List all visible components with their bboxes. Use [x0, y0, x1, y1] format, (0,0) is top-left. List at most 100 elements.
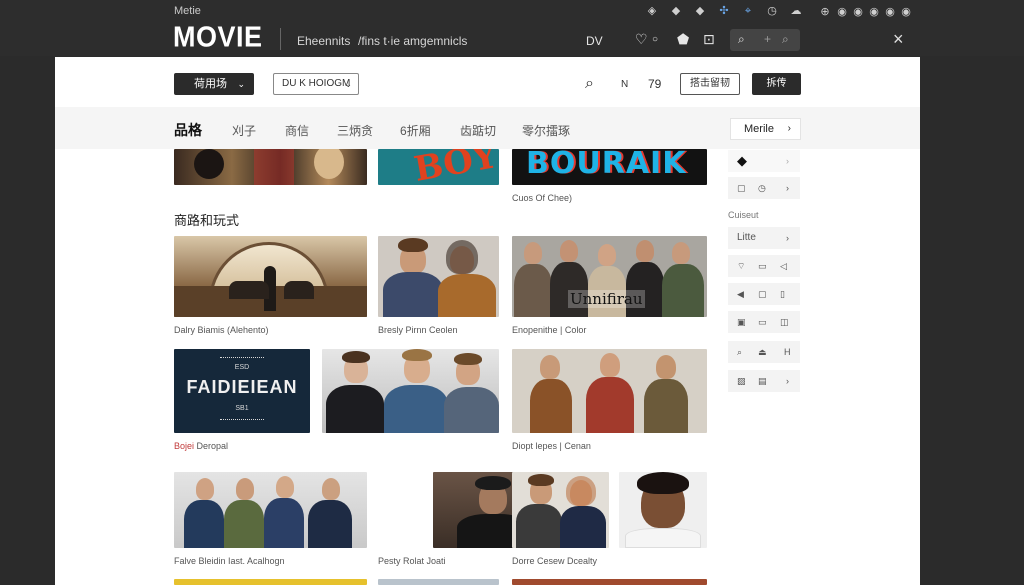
sidebar-row-back[interactable]: ◆ › [728, 150, 800, 172]
dot-icon[interactable]: ◉ [898, 5, 914, 19]
sidebar-row-lite[interactable]: Litte › [728, 227, 800, 249]
dot-icon[interactable]: ◉ [866, 5, 882, 19]
movie-thumbnail[interactable] [174, 236, 367, 317]
tab-item[interactable]: 零尔擂琢 [522, 122, 570, 139]
square-icon: ▭ [758, 317, 767, 327]
filter-dropdown[interactable]: DU K HOIOGM ⌄ [273, 73, 359, 95]
window-icon: ◫ [780, 317, 789, 327]
movie-caption[interactable]: Dorre Cesew Dcealty [512, 556, 597, 566]
tab-item[interactable]: 齿踮切 [460, 122, 496, 139]
search-icon: ⌕ [738, 32, 745, 46]
target-icon[interactable]: ✣ [712, 4, 736, 18]
sidebar-row[interactable]: ▨ ▤ › [728, 370, 800, 392]
chevron-right-icon: › [786, 376, 789, 386]
poster-bottom-text: SB1 [235, 405, 249, 412]
tab-item[interactable]: 刈子 [232, 122, 256, 139]
movie-caption[interactable]: Bresly Pirnn Ceolen [378, 325, 458, 335]
movie-caption[interactable]: Falve Bleidin Iast. Acalhogn [174, 556, 285, 566]
movie-thumbnail[interactable] [619, 472, 707, 548]
timer-icon[interactable]: ◷ [760, 4, 784, 18]
heart-icon[interactable]: ♡ [635, 31, 648, 48]
count-label[interactable]: 79 [648, 77, 661, 91]
movie-poster[interactable]: BOY [378, 149, 499, 185]
sidebar-row[interactable]: ▢ ◷ › [728, 177, 800, 199]
grid-dot-icon[interactable]: ⊕ [816, 5, 834, 19]
action-dark-button[interactable]: 拆传 [752, 73, 801, 95]
cloud-icon[interactable]: ☁ [784, 4, 808, 18]
tab-active[interactable]: 品格 [174, 120, 202, 140]
movie-thumbnail[interactable]: Unnifirau [512, 236, 707, 317]
shield-icon[interactable]: ⬟ [677, 31, 689, 48]
movie-tab-button[interactable]: Merile › [730, 118, 801, 140]
tab-item[interactable]: 商信 [285, 122, 309, 139]
movie-thumbnail[interactable] [174, 579, 367, 585]
chevron-right-icon: › [786, 233, 789, 243]
letter-h-icon: H [784, 347, 791, 357]
movie-caption[interactable]: Diopt lepes | Cenan [512, 441, 591, 451]
nav-link-find[interactable]: /fins t·ie amgemnicls [358, 34, 467, 48]
logo[interactable]: MOVIE [173, 21, 263, 54]
movie-thumbnail[interactable] [174, 149, 367, 185]
movie-thumbnail[interactable] [378, 236, 499, 317]
dot-icon[interactable]: ◉ [882, 5, 898, 19]
diamond-icon[interactable]: ◈ [640, 4, 664, 18]
tab-item[interactable]: 三炳贪 [337, 122, 373, 139]
poster-title: BOY [411, 149, 499, 185]
crosshair-icon[interactable]: ⌖ [736, 4, 760, 18]
action-outline-button[interactable]: 搭击留韧 [680, 73, 740, 95]
circle-icon[interactable]: ○ [652, 34, 658, 45]
movie-thumbnail[interactable] [512, 579, 707, 585]
diamond-icon[interactable]: ◆ [688, 4, 712, 18]
tab-item[interactable]: 6折厢 [400, 122, 431, 139]
cast-icon[interactable]: ⊡ [703, 31, 715, 48]
nav-link-home[interactable]: Eheennits [297, 34, 350, 48]
movie-thumbnail[interactable] [512, 472, 609, 548]
square-icon: ▢ [758, 289, 767, 299]
movie-thumbnail[interactable] [512, 349, 707, 433]
header-search-box[interactable]: ⌕ + ⌕ [730, 29, 800, 51]
section-title: 商路和玩式 [174, 213, 240, 228]
title-bar: Metie MOVIE Eheennits /fins t·ie amgemni… [0, 0, 1024, 56]
movie-caption[interactable]: Enopenithe | Color [512, 325, 586, 335]
sidebar-label: Cuiseut [728, 210, 759, 220]
movie-caption[interactable]: Cuos Of Chee) [512, 193, 572, 203]
dot-icon[interactable]: ◉ [834, 5, 850, 19]
sidebar-row[interactable]: ⌔ ▭ ◁ [728, 255, 800, 277]
search-icon[interactable]: ⌕ [585, 75, 594, 93]
sidebar-row[interactable]: ⌕ ⏏ H [728, 341, 800, 363]
movie-caption[interactable]: Bojei Deropal [174, 441, 228, 451]
chevron-right-icon: › [786, 183, 789, 193]
movie-caption[interactable]: Pesty Rolat Joati [378, 556, 446, 566]
chevron-down-icon: ⌄ [344, 79, 352, 89]
tab-bar: 品格 刈子 商信 三炳贪 6折厢 齿踮切 零尔擂琢 Merile › [55, 107, 920, 149]
system-tray-right: ⊕ ◉ ◉ ◉ ◉ ◉ [816, 5, 914, 19]
lite-label: Litte [737, 232, 756, 243]
filter-label: DU K HOIOGM [282, 78, 351, 89]
diamond-icon[interactable]: ◆ [664, 4, 688, 18]
caption-accent: Bojei [174, 441, 195, 451]
n-label[interactable]: N [621, 79, 628, 90]
poster-title: Unnifirau [568, 290, 645, 308]
square-icon: ▢ [737, 183, 746, 193]
movie-thumbnail[interactable] [378, 579, 499, 585]
tv-icon: ▭ [758, 261, 767, 271]
movie-poster[interactable]: BOURAIK [512, 149, 707, 185]
dv-label[interactable]: DV [586, 34, 603, 48]
chevron-right-icon: › [786, 156, 789, 166]
cast-icon: ⏏ [758, 347, 767, 357]
sidebar-row[interactable]: ▣ ▭ ◫ [728, 311, 800, 333]
search-icon: ⌕ [737, 347, 743, 357]
clock-icon: ◷ [758, 183, 766, 193]
movie-thumbnail[interactable] [174, 472, 367, 548]
movie-poster[interactable]: ESD FAIDIEIEAN SB1 [174, 349, 310, 433]
search-icon: ⌕ [782, 32, 789, 46]
wifi-icon: ⌔ [737, 261, 746, 271]
movie-caption[interactable]: Dalry Biamis (Alehento) [174, 325, 269, 335]
chevron-right-icon: › [787, 123, 791, 134]
close-button[interactable]: × [893, 29, 904, 50]
bracket-icon: ▯ [780, 289, 785, 299]
movie-thumbnail[interactable] [322, 349, 499, 433]
category-dropdown[interactable]: 荷用场 ⌄ [174, 73, 254, 95]
sidebar-row[interactable]: ◀ ▢ ▯ [728, 283, 800, 305]
dot-icon[interactable]: ◉ [850, 5, 866, 19]
